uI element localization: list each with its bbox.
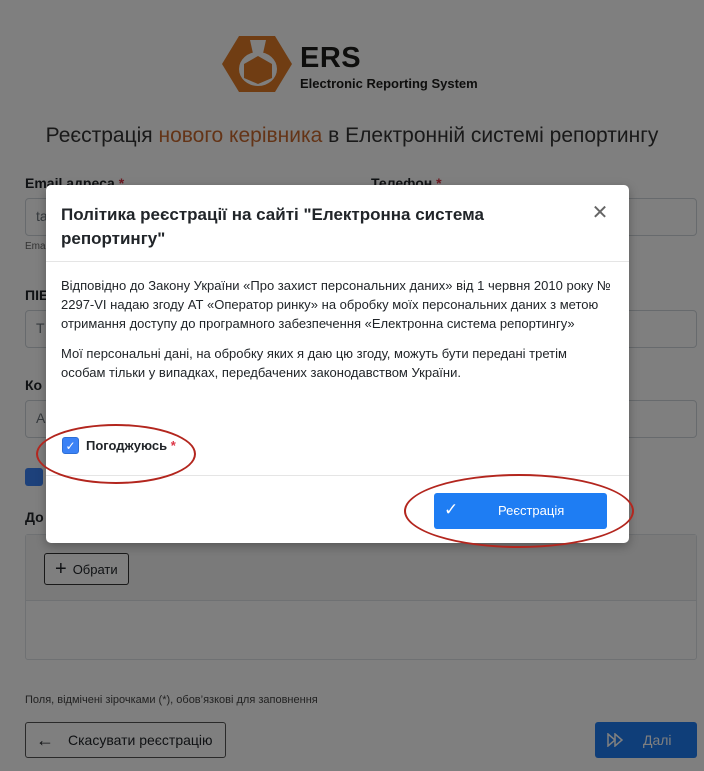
modal-header: Політика реєстрації на сайті "Електронна… bbox=[46, 185, 629, 262]
agree-label-text: Погоджуюсь bbox=[86, 438, 168, 453]
check-icon: ✓ bbox=[65, 438, 76, 453]
agree-required-mark: * bbox=[170, 438, 176, 453]
modal-footer: ✓ Реєстрація bbox=[46, 475, 629, 543]
registration-policy-modal: Політика реєстрації на сайті "Електронна… bbox=[46, 185, 629, 543]
register-label: Реєстрація bbox=[498, 503, 565, 518]
agree-label[interactable]: Погоджуюсь * bbox=[86, 438, 176, 453]
modal-body: Відповідно до Закону України «Про захист… bbox=[61, 276, 614, 393]
third-party-paragraph: Мої персональні дані, на обробку яких я … bbox=[61, 346, 567, 380]
register-button[interactable]: ✓ Реєстрація bbox=[434, 493, 607, 529]
modal-title: Політика реєстрації на сайті "Електронна… bbox=[61, 205, 484, 248]
agree-checkbox-row[interactable]: ✓ Погоджуюсь * bbox=[62, 437, 176, 454]
close-icon[interactable]: ✕ bbox=[589, 202, 611, 224]
agree-checkbox[interactable]: ✓ bbox=[62, 437, 79, 454]
check-icon: ✓ bbox=[444, 500, 459, 519]
consent-paragraph: Відповідно до Закону України «Про захист… bbox=[61, 278, 611, 331]
